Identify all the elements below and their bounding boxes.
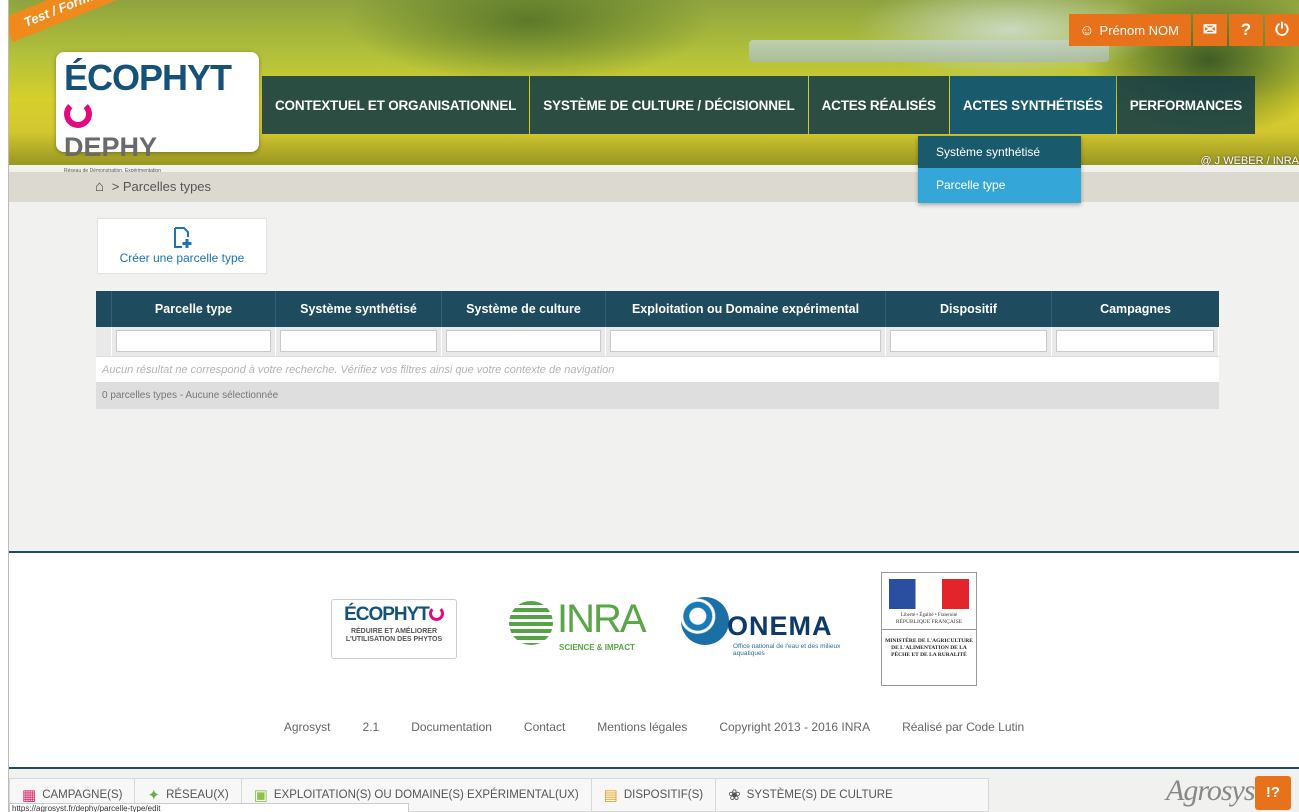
help-tour-button[interactable]: !? — [1255, 776, 1291, 810]
nav-performances[interactable]: PERFORMANCES — [1116, 76, 1256, 134]
help-icon: ? — [1240, 20, 1252, 39]
mail-icon: ✉ — [1202, 20, 1218, 39]
window-edge — [0, 0, 9, 812]
column-header[interactable]: Campagnes — [1052, 291, 1219, 327]
agrosyst-logo: Agrosyst — [1166, 774, 1263, 807]
menu-item-parcelle-type[interactable]: Parcelle type — [918, 168, 1081, 203]
inra-globe-icon — [509, 601, 553, 645]
status-url: https://agrosyst.fr/dephy/parcelle-type/… — [9, 803, 409, 812]
logo-dephy-text: DEPHY — [64, 132, 158, 162]
create-button-label: Créer une parcelle type — [119, 251, 245, 265]
calendar-icon: ▦ — [22, 787, 37, 804]
filter-row — [96, 327, 1219, 357]
table-header: Parcelle type Système synthétisé Système… — [96, 291, 1219, 327]
nav-actes-realises[interactable]: ACTES RÉALISÉS — [808, 76, 949, 134]
logo-ecophyto-text: ÉCOPHYT — [64, 60, 251, 132]
footer-made-by-link[interactable]: Réalisé par Code Lutin — [902, 720, 1024, 734]
env-ribbon: Test / Formation — [9, 0, 162, 43]
footer-documentation-link[interactable]: Documentation — [411, 720, 492, 734]
footer-legal-link[interactable]: Mentions légales — [597, 720, 687, 734]
help-button[interactable]: ? — [1229, 14, 1263, 46]
home-icon[interactable]: ⌂ — [95, 178, 104, 195]
empty-results-message: Aucun résultat ne correspond à votre rec… — [96, 357, 1219, 383]
column-header[interactable]: Système de culture — [442, 291, 606, 327]
nav-contextuel[interactable]: CONTEXTUEL ET ORGANISATIONNEL — [262, 76, 530, 134]
add-file-icon — [174, 227, 192, 248]
banner-water — [749, 40, 1109, 62]
context-systemes-de-culture[interactable]: ❀ SYSTÈME(S) DE CULTURE — [716, 779, 905, 811]
actes-synthetises-dropdown: Système synthétisé Parcelle type — [918, 136, 1081, 203]
user-bar: ☺ Prénom NOM ✉ ? ⏻ — [1067, 14, 1299, 46]
ministere-partner-logo[interactable]: Liberté • Égalité • Fraternité RÉPUBLIQU… — [881, 572, 977, 686]
device-icon: ▤ — [603, 787, 618, 804]
nav-actes-synthetises[interactable]: ACTES SYNTHÉTISÉS — [949, 76, 1116, 134]
table-footer-count: 0 parcelles types - Aucune sélectionnée — [96, 383, 1219, 409]
user-name: Prénom NOM — [1099, 22, 1179, 38]
parcelles-types-table: Parcelle type Système synthétisé Système… — [96, 291, 1219, 409]
column-header[interactable]: Système synthétisé — [276, 291, 442, 327]
main-nav: CONTEXTUEL ET ORGANISATIONNEL SYSTÈME DE… — [262, 76, 1256, 134]
nav-systeme-de-culture[interactable]: SYSTÈME DE CULTURE / DÉCISIONNEL — [530, 76, 808, 134]
power-icon: ⏻ — [1275, 20, 1289, 39]
footer-app-name: Agrosyst — [283, 720, 331, 734]
photo-credit: @ J WEBER / INRA — [1200, 155, 1299, 165]
footer-links: Agrosyst 2.1 Documentation Contact Menti… — [9, 720, 1299, 734]
farm-icon: ▣ — [253, 787, 268, 804]
inra-slogan: SCIENCE & IMPACT — [559, 643, 635, 652]
breadcrumb: ⌂ > Parcelles types — [9, 172, 1299, 202]
filter-campagnes[interactable] — [1056, 330, 1214, 352]
user-icon: ☺ — [1079, 21, 1095, 39]
ecophyto-slogan: RÉDUIRE ET AMÉLIORER L'UTILISATION DES P… — [345, 628, 443, 643]
marianne-icon — [889, 579, 969, 609]
user-menu-button[interactable]: ☺ Prénom NOM — [1069, 14, 1191, 46]
create-parcelle-type-button[interactable]: Créer une parcelle type — [97, 218, 267, 274]
crop-icon: ❀ — [728, 787, 741, 804]
onema-slogan: Office national de l'eau et des milieux … — [733, 643, 841, 657]
column-header[interactable]: Parcelle type — [112, 291, 276, 327]
filter-systeme-synthetise[interactable] — [280, 330, 437, 352]
onema-swirl-icon — [681, 597, 729, 645]
filter-exploitation[interactable] — [610, 330, 881, 352]
menu-item-systeme-synthetise[interactable]: Système synthétisé — [918, 136, 1081, 168]
footer-contact-link[interactable]: Contact — [524, 720, 565, 734]
partners-footer: ÉCOPHYT RÉDUIRE ET AMÉLIORER L'UTILISATI… — [9, 551, 1299, 769]
footer-version: 2.1 — [362, 720, 380, 734]
column-header[interactable]: Dispositif — [886, 291, 1052, 327]
mail-button[interactable]: ✉ — [1193, 14, 1227, 46]
onema-name: ONEMA — [727, 611, 833, 641]
column-header[interactable]: Exploitation ou Domaine expérimental — [606, 291, 886, 327]
filter-dispositif[interactable] — [890, 330, 1047, 352]
network-icon: ✦ — [147, 787, 161, 804]
ecophyto-dephy-logo[interactable]: ÉCOPHYT DEPHY Réseau de Démonstration, E… — [56, 52, 259, 186]
breadcrumb-current: > Parcelles types — [111, 179, 212, 194]
select-column-header[interactable] — [96, 291, 112, 327]
footer-copyright: Copyright 2013 - 2016 INRA — [719, 720, 871, 734]
logo-o-icon — [64, 100, 92, 128]
logout-button[interactable]: ⏻ — [1265, 14, 1299, 46]
context-dispositifs[interactable]: ▤ DISPOSITIF(S) — [592, 779, 717, 811]
inra-partner-logo[interactable]: INRA SCIENCE & IMPACT — [509, 595, 647, 657]
filter-parcelle-type[interactable] — [116, 330, 271, 352]
inra-name: INRA — [557, 597, 647, 641]
onema-partner-logo[interactable]: ONEMA Office national de l'eau et des mi… — [681, 597, 851, 659]
ecophyto-partner-logo[interactable]: ÉCOPHYT RÉDUIRE ET AMÉLIORER L'UTILISATI… — [331, 599, 457, 659]
filter-systeme-de-culture[interactable] — [446, 330, 601, 352]
